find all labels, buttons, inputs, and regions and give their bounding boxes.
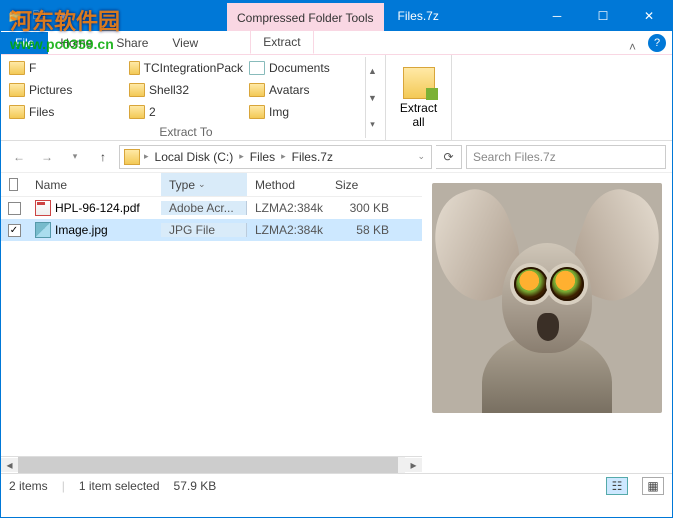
- row-checkbox[interactable]: [8, 202, 21, 215]
- extract-destination[interactable]: Documents: [247, 57, 365, 79]
- crumb-0[interactable]: Local Disk (C:): [153, 150, 236, 164]
- dest-label: 2: [149, 105, 156, 119]
- column-size[interactable]: Size: [327, 173, 397, 196]
- dest-scroll-down[interactable]: ▼: [366, 84, 379, 111]
- folder-icon: [9, 105, 25, 119]
- ribbon-home-tab[interactable]: Home: [48, 32, 104, 54]
- crumb-1[interactable]: Files: [248, 150, 277, 164]
- ribbon-file-tab[interactable]: File: [1, 32, 48, 54]
- view-large-icons-button[interactable]: ▦: [642, 477, 664, 495]
- file-size: 58 KB: [327, 223, 397, 237]
- extract-destination[interactable]: 2: [127, 101, 245, 123]
- file-method: LZMA2:384k: [247, 201, 327, 215]
- dest-label: Files: [29, 105, 54, 119]
- archive-icon: 📁: [7, 8, 23, 24]
- folder-icon: [249, 105, 265, 119]
- dest-label: Avatars: [269, 83, 309, 97]
- extract-destination[interactable]: Pictures: [7, 79, 125, 101]
- horizontal-scrollbar[interactable]: ◂▸: [1, 456, 422, 473]
- dest-label: Documents: [269, 61, 330, 75]
- column-type[interactable]: Type⌄: [161, 173, 247, 196]
- refresh-button[interactable]: ⟳: [436, 145, 462, 169]
- preview-pane: [422, 173, 672, 473]
- dest-label: Img: [269, 105, 289, 119]
- folder-icon: [9, 61, 25, 75]
- maximize-button[interactable]: ☐: [580, 1, 626, 31]
- folder-icon: [249, 83, 265, 97]
- folder-icon: 🗀: [31, 8, 47, 24]
- extract-destination[interactable]: F: [7, 57, 125, 79]
- ribbon-group-label: Extract To: [7, 123, 365, 141]
- minimize-button[interactable]: ─: [534, 1, 580, 31]
- extract-destination[interactable]: Avatars: [247, 79, 365, 101]
- file-method: LZMA2:384k: [247, 223, 327, 237]
- nav-history-button[interactable]: ▾: [63, 145, 87, 169]
- nav-forward-button: →: [35, 145, 59, 169]
- column-name[interactable]: Name: [27, 173, 161, 196]
- folder-icon: [129, 105, 145, 119]
- dest-label: Shell32: [149, 83, 189, 97]
- extract-all-label: Extract all: [400, 101, 437, 129]
- file-name: HPL-96-124.pdf: [55, 201, 140, 215]
- file-row[interactable]: HPL-96-124.pdf Adobe Acr...LZMA2:384k300 …: [1, 197, 422, 219]
- nav-back-button[interactable]: ←: [7, 145, 31, 169]
- crumb-dropdown[interactable]: ⌄: [415, 151, 427, 162]
- crumb-2[interactable]: Files.7z: [290, 150, 335, 164]
- extract-destination[interactable]: TCIntegrationPack: [127, 57, 245, 79]
- breadcrumb[interactable]: ▸ Local Disk (C:)▸ Files▸ Files.7z ⌄: [119, 145, 432, 169]
- dest-label: F: [29, 61, 36, 75]
- help-button[interactable]: ?: [648, 34, 666, 52]
- folder-icon: [129, 61, 140, 75]
- nav-up-button[interactable]: ↑: [91, 145, 115, 169]
- file-size: 300 KB: [327, 201, 397, 215]
- dest-label: TCIntegrationPack: [144, 61, 243, 75]
- pdf-file-icon: [35, 200, 51, 216]
- collapse-ribbon-button[interactable]: ˄: [623, 40, 642, 54]
- window-title: Files.7z: [384, 1, 453, 31]
- extract-destination[interactable]: Shell32: [127, 79, 245, 101]
- jpg-file-icon: [35, 222, 51, 238]
- dest-scroll-more[interactable]: ▾: [366, 111, 379, 138]
- file-type: Adobe Acr...: [161, 201, 247, 215]
- file-type: JPG File: [161, 223, 247, 237]
- drive-icon: [124, 149, 140, 165]
- ribbon-share-tab[interactable]: Share: [104, 32, 160, 54]
- column-method[interactable]: Method: [247, 173, 327, 196]
- file-name: Image.jpg: [55, 223, 108, 237]
- ribbon-extract-tab[interactable]: Extract: [250, 30, 313, 54]
- extract-destination[interactable]: Img: [247, 101, 365, 123]
- contextual-tab-header: Compressed Folder Tools: [227, 3, 384, 31]
- status-item-count: 2 items: [9, 479, 48, 493]
- dest-scroll-up[interactable]: ▲: [366, 57, 379, 84]
- row-checkbox[interactable]: ✓: [8, 224, 21, 237]
- select-all-checkbox[interactable]: [9, 178, 18, 191]
- view-details-button[interactable]: ☷: [606, 477, 628, 495]
- extract-all-button[interactable]: Extract all: [386, 55, 452, 140]
- search-input[interactable]: Search Files.7z: [466, 145, 666, 169]
- preview-image: [432, 183, 662, 413]
- close-button[interactable]: ✕: [626, 1, 672, 31]
- extract-destination[interactable]: Files: [7, 101, 125, 123]
- file-row[interactable]: ✓ Image.jpg JPG FileLZMA2:384k58 KB: [1, 219, 422, 241]
- dest-label: Pictures: [29, 83, 72, 97]
- folder-icon: [9, 83, 25, 97]
- qat-chevron-icon[interactable]: ▾: [55, 8, 71, 24]
- folder-icon: [129, 83, 145, 97]
- ribbon-view-tab[interactable]: View: [160, 32, 210, 54]
- folder-icon: [249, 61, 265, 75]
- extract-all-icon: [403, 67, 435, 99]
- status-selected: 1 item selected: [79, 479, 160, 493]
- status-size: 57.9 KB: [174, 479, 217, 493]
